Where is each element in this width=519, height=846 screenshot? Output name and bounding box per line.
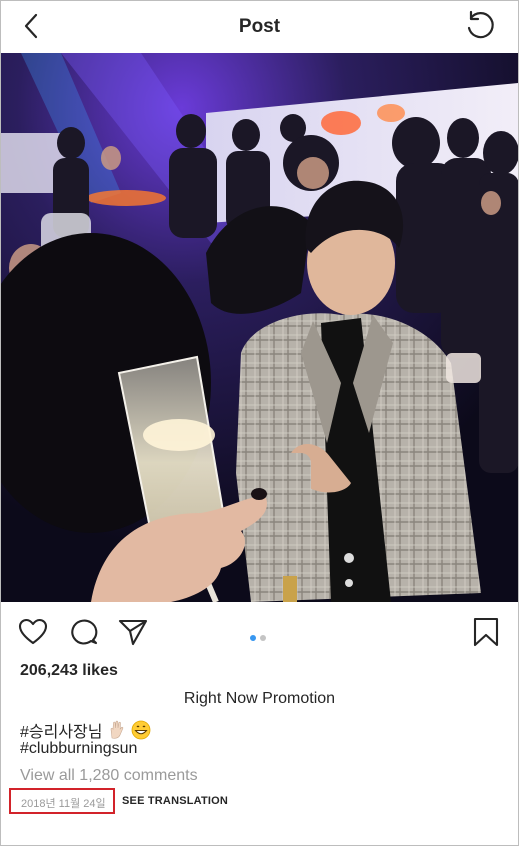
- refresh-icon: [467, 10, 494, 39]
- hashtag-link[interactable]: #승리사장님: [20, 724, 103, 741]
- comment-icon: [71, 619, 98, 645]
- top-bar: Post: [1, 1, 518, 53]
- club-party-photo: [1, 53, 518, 602]
- heart-icon: [18, 618, 48, 645]
- save-button[interactable]: [472, 616, 500, 648]
- like-button[interactable]: [18, 618, 48, 646]
- view-all-comments-link[interactable]: View all 1,280 comments: [20, 767, 198, 785]
- paper-plane-icon: [118, 619, 148, 646]
- likes-count[interactable]: 206,243 likes: [20, 662, 118, 680]
- carousel-indicator: [250, 628, 270, 646]
- refresh-button[interactable]: [463, 9, 497, 43]
- carousel-dot-active: [250, 635, 256, 641]
- comment-button[interactable]: [68, 617, 100, 647]
- see-translation-link[interactable]: SEE TRANSLATION: [122, 795, 228, 807]
- bookmark-icon: [473, 617, 499, 647]
- caption-title: Right Now Promotion: [183, 690, 336, 707]
- post-photo[interactable]: [1, 53, 518, 602]
- hashtag-link[interactable]: #clubburningsun: [20, 740, 137, 758]
- post-date: 2018년 11월 24일: [21, 798, 106, 810]
- carousel-dot: [260, 635, 266, 641]
- share-button[interactable]: [117, 617, 149, 647]
- page-title: Post: [238, 16, 281, 37]
